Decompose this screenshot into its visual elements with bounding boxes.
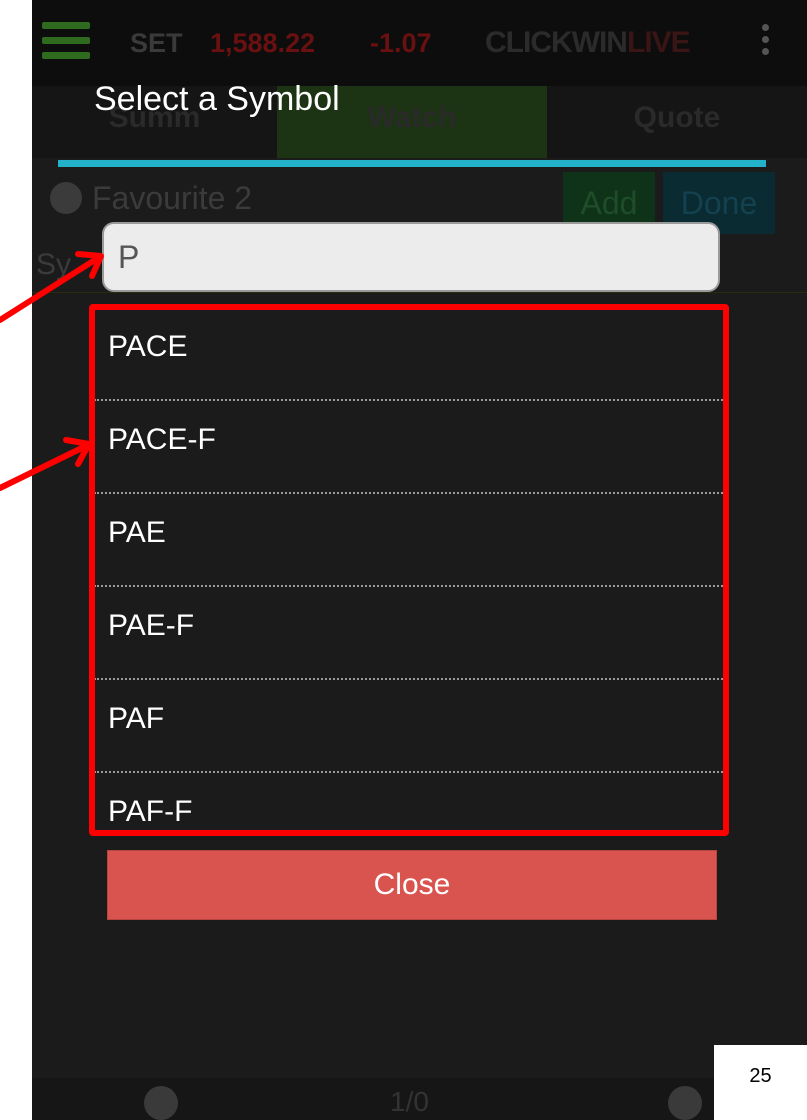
watchlist-title: Favourite 2 [92,180,253,216]
dialog-title: Select a Symbol [94,80,340,118]
app-bar: SET 1,588.22 -1.07 CLICKWINLIVE [32,0,807,86]
dialog-title-divider [58,160,766,167]
app-logo: CLICKWINLIVE [485,26,691,60]
tab-quote[interactable]: Quote [547,86,807,158]
more-vert-icon[interactable] [762,24,770,60]
index-value: 1,588.22 [210,28,316,58]
page-indicator: 1/0 [390,1086,429,1117]
logo-live-text: LIVE [626,26,691,59]
chevron-left-circle-icon[interactable] [144,1086,178,1120]
menu-icon[interactable] [42,22,90,62]
chevron-down-circle-icon[interactable] [50,182,82,214]
index-name: SET [130,28,183,58]
symbol-column-header: Sy [36,248,72,281]
logo-click-text: CLICK [485,26,573,59]
close-button[interactable]: Close [107,850,717,920]
chevron-right-circle-icon[interactable] [668,1086,702,1120]
logo-win-text: WIN [571,26,628,59]
slide-number: 25 [714,1045,807,1120]
symbol-search-input[interactable] [102,222,720,292]
results-highlight-box [89,304,729,836]
index-change: -1.07 [370,28,432,58]
pager: 1/0 [32,1078,807,1120]
